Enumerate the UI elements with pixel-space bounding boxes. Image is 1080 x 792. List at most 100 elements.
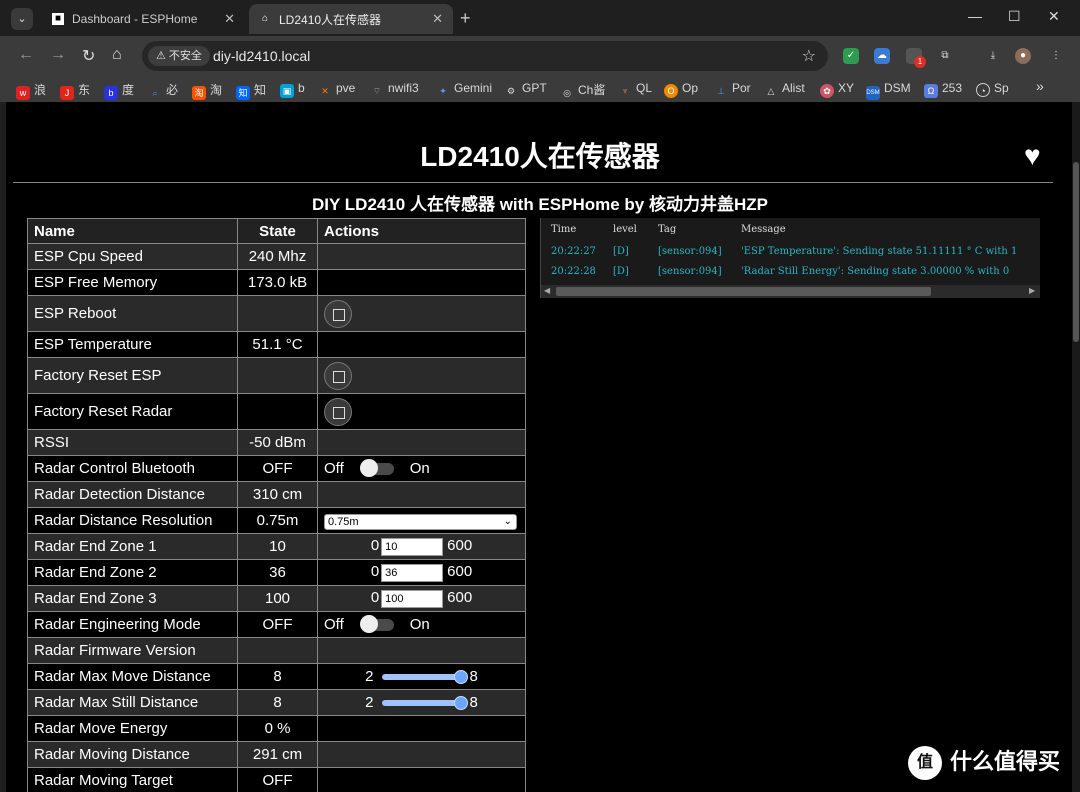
max-still-distance-slider[interactable] [381, 696, 468, 711]
bookmark-item[interactable]: ⌕ 必 [148, 81, 178, 100]
tab-ld2410[interactable]: ⌂ LD2410人在传感器 ✕ [249, 4, 453, 34]
new-tab-icon[interactable]: + [460, 8, 471, 29]
table-row: Radar End Zone 3 100 0 100 600 [27, 585, 526, 612]
entity-name: Radar Distance Resolution [27, 507, 238, 534]
log-entry: 20:22:27 [D] [sensor:094] 'ESP Temperatu… [541, 246, 1040, 264]
table-row: ESP Free Memory 173.0 kB [27, 269, 526, 296]
bookmark-item[interactable]: DSM DSM [866, 81, 911, 100]
number-max: 600 [447, 537, 473, 555]
entity-name: ESP Reboot [27, 295, 238, 332]
address-bar[interactable]: ⚠ 不安全 diy-ld2410.local ☆ [142, 41, 828, 71]
esphome-favicon-icon: ■ [52, 13, 64, 25]
entity-actions: 0 36 600 [317, 559, 526, 586]
openai-icon: ⚙ [506, 86, 516, 96]
slider-knob[interactable] [453, 670, 468, 685]
bookmark-item[interactable]: ⚙ GPT [504, 81, 547, 98]
reboot-button[interactable] [324, 299, 352, 328]
cloud-extension-icon[interactable]: ☁ [874, 48, 890, 64]
end-zone-3-input[interactable]: 100 [381, 589, 444, 608]
distance-resolution-select[interactable]: 0.75m ⌄ [324, 513, 517, 530]
extension-with-badge-icon[interactable]: 1 [906, 48, 926, 68]
bookmark-label: 度 [122, 83, 135, 97]
forward-icon[interactable]: → [50, 46, 66, 64]
bilibili-icon: ▣ [280, 84, 294, 98]
tab-search-icon[interactable]: ⌄ [11, 8, 33, 30]
bookmark-item[interactable]: ⊥ Por [714, 81, 751, 98]
scrollbar-thumb[interactable] [1073, 162, 1079, 342]
bookmark-label: 知 [254, 83, 267, 97]
end-zone-1-input[interactable]: 10 [381, 537, 444, 556]
bookmark-label: QL [636, 81, 653, 95]
entity-name: Radar Detection Distance [27, 481, 238, 508]
scrollbar-thumb[interactable] [556, 287, 931, 296]
bookmark-item[interactable]: O Op [664, 81, 698, 98]
bookmark-item[interactable]: w浪 [16, 81, 46, 100]
menu-kebab-icon[interactable]: ⋮ [1048, 48, 1064, 64]
max-move-distance-slider[interactable] [381, 670, 468, 685]
heart-icon[interactable]: ♥ [1024, 140, 1041, 172]
log-col-time: Time [551, 224, 577, 235]
app-253-icon: Ω [924, 84, 938, 98]
home-icon[interactable]: ⌂ [112, 46, 122, 64]
close-tab-icon[interactable]: ✕ [224, 11, 235, 27]
entity-name: Radar Max Still Distance [27, 689, 238, 716]
bookmark-item[interactable]: ♆ QL [618, 81, 652, 98]
back-icon[interactable]: ← [18, 46, 34, 64]
bookmark-item[interactable]: ◎ Ch酱 [560, 81, 605, 100]
close-tab-icon[interactable]: ✕ [432, 11, 443, 27]
bookmark-star-icon[interactable]: ☆ [802, 46, 816, 66]
minimize-icon[interactable]: — [968, 8, 982, 24]
entity-state: 173.0 kB [237, 269, 318, 296]
entity-name: Radar End Zone 2 [27, 559, 238, 586]
bookmark-item[interactable]: Ω 253 [924, 81, 962, 98]
wifi-icon: ⌔ [372, 86, 382, 96]
bookmark-label: 253 [942, 81, 963, 95]
shield-extension-icon[interactable]: ✓ [843, 48, 859, 64]
bluetooth-toggle[interactable] [359, 459, 394, 478]
home-favicon-icon: ⌂ [261, 13, 269, 24]
column-header-actions: Actions [317, 218, 526, 244]
log-header: Time level Tag Message [541, 224, 1040, 242]
entity-actions [317, 243, 526, 270]
tab-strip: ⌄ ■ Dashboard - ESPHome ✕ ⌂ LD2410人在传感器 … [0, 0, 1080, 36]
close-window-icon[interactable]: ✕ [1048, 8, 1060, 25]
bookmark-item[interactable]: 淘淘 [192, 81, 222, 100]
scroll-left-icon[interactable]: ◀ [544, 286, 550, 295]
factory-reset-radar-button[interactable] [324, 397, 352, 426]
bookmark-item[interactable]: ✕ pve [318, 81, 355, 98]
bookmark-item[interactable]: ✦ Gemini [436, 81, 492, 98]
bookmark-label: 淘 [210, 83, 223, 97]
table-row: Radar Max Move Distance 8 2 8 [27, 663, 526, 690]
security-chip[interactable]: ⚠ 不安全 [148, 46, 210, 66]
download-icon[interactable]: ⤓ [985, 48, 1001, 64]
entity-state: 8 [237, 663, 318, 690]
engineering-mode-toggle[interactable] [359, 615, 394, 634]
end-zone-2-input[interactable]: 36 [381, 563, 444, 582]
log-horizontal-scrollbar[interactable]: ◀ ▶ [541, 285, 1040, 298]
qinglong-icon: ♆ [621, 86, 629, 96]
column-header-name: Name [27, 218, 238, 244]
page-vertical-scrollbar[interactable] [1072, 102, 1080, 792]
puzzle-extensions-icon[interactable]: ⧉ [937, 48, 953, 64]
bookmark-item[interactable]: △ Alist [764, 81, 805, 98]
reload-icon[interactable]: ↻ [82, 46, 95, 66]
more-bookmarks-icon[interactable]: » [1036, 78, 1044, 94]
url-text[interactable]: diy-ld2410.local [213, 48, 310, 64]
bookmark-item[interactable]: 知知 [236, 81, 266, 100]
entity-name: Factory Reset ESP [27, 357, 238, 394]
bookmark-item[interactable]: ✿ XY [820, 81, 854, 98]
bookmark-item[interactable]: ⌔ nwifi3 [370, 81, 419, 98]
factory-reset-esp-button[interactable] [324, 361, 352, 390]
slider-knob[interactable] [453, 696, 468, 711]
maximize-icon[interactable]: ☐ [1008, 8, 1021, 25]
bookmark-item[interactable]: ▣ b [280, 81, 305, 98]
bookmark-item[interactable]: ◔ Sp [976, 81, 1009, 97]
entity-name: ESP Cpu Speed [27, 243, 238, 270]
entity-actions [317, 357, 526, 394]
scroll-right-icon[interactable]: ▶ [1029, 286, 1035, 295]
bookmark-item[interactable]: b度 [104, 81, 134, 100]
tab-dashboard[interactable]: ■ Dashboard - ESPHome ✕ [42, 4, 245, 34]
bookmark-item[interactable]: J东 [60, 81, 90, 100]
profile-avatar-icon[interactable]: ● [1015, 48, 1031, 64]
log-entry: 20:22:28 [D] [sensor:094] 'Radar Still E… [541, 266, 1040, 284]
